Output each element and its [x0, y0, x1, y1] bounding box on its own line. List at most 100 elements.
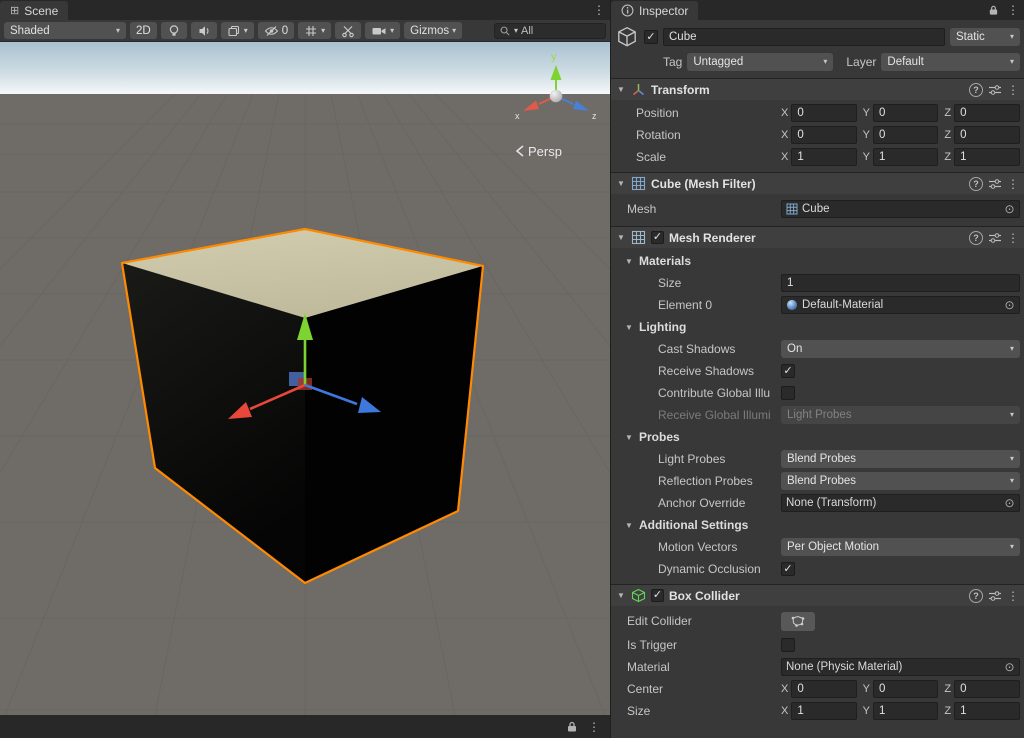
gameobject-name-field[interactable]: Cube: [663, 28, 945, 46]
materials-size-field[interactable]: 1: [781, 274, 1020, 292]
scene-effects-dropdown[interactable]: ▾: [221, 22, 254, 39]
tab-inspector[interactable]: Inspector: [611, 1, 698, 20]
grid-visibility-dropdown[interactable]: ▾: [298, 22, 331, 39]
active-checkbox[interactable]: ✓: [644, 30, 658, 44]
transform-header[interactable]: ▼ Transform ? ⋮: [611, 78, 1024, 100]
edit-collider-button[interactable]: [781, 612, 815, 631]
scene-canvas[interactable]: y x z Persp: [0, 42, 610, 715]
scene-lighting-toggle[interactable]: [161, 22, 187, 39]
anchor-override-object-field[interactable]: None (Transform) ⊙: [781, 494, 1020, 512]
shading-mode-dropdown[interactable]: Shaded ▾: [4, 22, 126, 39]
snap-tool-button[interactable]: [335, 22, 361, 39]
center-x-field[interactable]: 0: [791, 680, 856, 698]
scene-footer-menu-icon[interactable]: ⋮: [588, 721, 600, 733]
dynamic-occlusion-label: Dynamic Occlusion: [611, 562, 781, 576]
scene-visibility-toggle[interactable]: 0: [258, 22, 294, 39]
light-probes-dropdown[interactable]: Blend Probes▾: [781, 450, 1020, 468]
tab-scene[interactable]: ⊞ Scene: [0, 1, 68, 20]
size-x-field[interactable]: 1: [791, 702, 856, 720]
mesh-object-field[interactable]: Cube ⊙: [781, 200, 1020, 218]
scene-panel: ⊞ Scene ⋮ Shaded ▾ 2D ▾: [0, 0, 610, 738]
rotation-z-value: 0: [960, 129, 966, 141]
2d-toggle[interactable]: 2D: [130, 22, 157, 39]
element0-object-field[interactable]: Default-Material ⊙: [781, 296, 1020, 314]
center-z-field[interactable]: 0: [954, 680, 1020, 698]
reflection-probes-dropdown[interactable]: Blend Probes▾: [781, 472, 1020, 490]
component-menu-icon[interactable]: ⋮: [1007, 178, 1019, 190]
physic-material-object-field[interactable]: None (Physic Material) ⊙: [781, 658, 1020, 676]
motion-vectors-dropdown[interactable]: Per Object Motion▾: [781, 538, 1020, 556]
probes-foldout[interactable]: ▼ Probes: [611, 426, 1024, 448]
presets-icon[interactable]: [988, 590, 1002, 602]
box-collider-header[interactable]: ▼ ✓ Box Collider ? ⋮: [611, 584, 1024, 606]
gizmos-dropdown[interactable]: Gizmos ▾: [404, 22, 462, 39]
help-icon[interactable]: ?: [969, 177, 983, 191]
scale-z-field[interactable]: 1: [954, 148, 1020, 166]
foldout-arrow-icon[interactable]: ▼: [616, 179, 626, 188]
scene-search-input[interactable]: ▾ All: [494, 23, 606, 39]
box-collider-enabled-checkbox[interactable]: ✓: [651, 589, 664, 602]
lock-icon[interactable]: [566, 720, 578, 733]
foldout-arrow-icon[interactable]: ▼: [616, 591, 626, 600]
scale-y-field[interactable]: 1: [873, 148, 938, 166]
lock-icon[interactable]: [988, 4, 999, 16]
inspector-menu-icon[interactable]: ⋮: [1007, 4, 1019, 16]
foldout-arrow-icon[interactable]: ▼: [616, 85, 626, 94]
collider-size-label: Size: [611, 704, 781, 718]
contribute-gi-checkbox[interactable]: [781, 386, 795, 400]
scene-viewport[interactable]: y x z Persp: [0, 42, 610, 715]
rotation-y-field[interactable]: 0: [873, 126, 938, 144]
dynamic-occlusion-checkbox[interactable]: ✓: [781, 562, 795, 576]
help-icon[interactable]: ?: [969, 589, 983, 603]
materials-size-value: 1: [787, 277, 793, 289]
position-y-field[interactable]: 0: [873, 104, 938, 122]
motion-vectors-value: Per Object Motion: [787, 541, 879, 553]
tag-dropdown[interactable]: Untagged ▾: [687, 53, 833, 71]
size-y-field[interactable]: 1: [873, 702, 938, 720]
presets-icon[interactable]: [988, 232, 1002, 244]
chevron-down-icon: ▾: [321, 27, 325, 35]
scene-tab-menu-icon[interactable]: ⋮: [593, 4, 605, 16]
foldout-arrow-icon[interactable]: ▼: [616, 233, 626, 242]
motion-vectors-label: Motion Vectors: [611, 540, 781, 554]
transform-icon: [631, 82, 646, 97]
camera-settings-dropdown[interactable]: ▾: [365, 22, 400, 39]
rotation-z-field[interactable]: 0: [954, 126, 1020, 144]
center-y-value: 0: [879, 683, 885, 695]
is-trigger-checkbox[interactable]: [781, 638, 795, 652]
chevron-down-icon: ▾: [1006, 345, 1014, 353]
lighting-foldout[interactable]: ▼ Lighting: [611, 316, 1024, 338]
orientation-center-ball[interactable]: [550, 90, 563, 103]
help-icon[interactable]: ?: [969, 231, 983, 245]
center-y-field[interactable]: 0: [873, 680, 938, 698]
collider-center-label: Center: [611, 682, 781, 696]
presets-icon[interactable]: [988, 84, 1002, 96]
mesh-renderer-header[interactable]: ▼ ✓ Mesh Renderer ? ⋮: [611, 226, 1024, 248]
component-menu-icon[interactable]: ⋮: [1007, 84, 1019, 96]
component-menu-icon[interactable]: ⋮: [1007, 232, 1019, 244]
scene-audio-toggle[interactable]: [191, 22, 217, 39]
box-collider-icon: [631, 588, 646, 603]
tag-value: Untagged: [693, 56, 743, 68]
presets-icon[interactable]: [988, 178, 1002, 190]
component-menu-icon[interactable]: ⋮: [1007, 590, 1019, 602]
materials-foldout[interactable]: ▼ Materials: [611, 250, 1024, 272]
size-z-field[interactable]: 1: [954, 702, 1020, 720]
object-picker-icon[interactable]: ⊙: [1002, 660, 1017, 674]
cast-shadows-dropdown[interactable]: On▾: [781, 340, 1020, 358]
scale-x-field[interactable]: 1: [791, 148, 856, 166]
static-dropdown[interactable]: Static ▾: [950, 28, 1020, 46]
receive-shadows-checkbox[interactable]: ✓: [781, 364, 795, 378]
object-picker-icon[interactable]: ⊙: [1002, 496, 1017, 510]
layer-dropdown[interactable]: Default ▾: [881, 53, 1020, 71]
rotation-x-field[interactable]: 0: [791, 126, 856, 144]
position-x-value: 0: [797, 107, 803, 119]
position-x-field[interactable]: 0: [791, 104, 856, 122]
object-picker-icon[interactable]: ⊙: [1002, 202, 1017, 216]
position-z-field[interactable]: 0: [954, 104, 1020, 122]
additional-settings-foldout[interactable]: ▼ Additional Settings: [611, 514, 1024, 536]
mesh-renderer-enabled-checkbox[interactable]: ✓: [651, 231, 664, 244]
object-picker-icon[interactable]: ⊙: [1002, 298, 1017, 312]
mesh-filter-header[interactable]: ▼ Cube (Mesh Filter) ? ⋮: [611, 172, 1024, 194]
help-icon[interactable]: ?: [969, 83, 983, 97]
